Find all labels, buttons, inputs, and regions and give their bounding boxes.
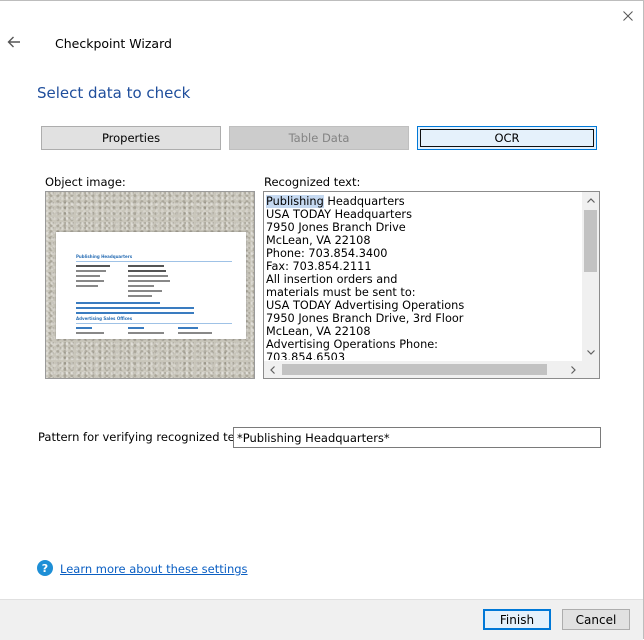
recognized-text-label: Recognized text: xyxy=(264,175,361,189)
document-text-line xyxy=(128,280,170,282)
text-line: All insertion orders and xyxy=(266,273,398,286)
document-heading: Publishing Headquarters xyxy=(76,254,133,259)
scrollbar-corner xyxy=(582,361,599,378)
object-image-label: Object image: xyxy=(45,175,126,189)
vertical-scroll-thumb[interactable] xyxy=(584,210,597,272)
document-text-line xyxy=(128,290,162,292)
pattern-input[interactable] xyxy=(233,427,601,448)
wizard-title: Checkpoint Wizard xyxy=(55,36,172,51)
checkpoint-wizard-window: Checkpoint Wizard Select data to check P… xyxy=(0,0,644,640)
text-line: materials must be sent to: xyxy=(266,286,416,299)
object-image: Publishing Headquarters Advertising Sale… xyxy=(45,191,255,379)
cancel-button[interactable]: Cancel xyxy=(562,609,630,630)
document-text-line xyxy=(76,275,100,277)
finish-button-label: Finish xyxy=(499,612,535,627)
document-text-line xyxy=(128,327,144,329)
document-subheading: Advertising Sales Offices xyxy=(76,316,133,321)
document-text-line xyxy=(76,265,110,267)
chevron-up-icon xyxy=(586,198,595,203)
text-line: USA TODAY Advertising Operations xyxy=(266,299,465,312)
tab-properties[interactable]: Properties xyxy=(41,126,221,150)
scroll-up-button[interactable] xyxy=(582,192,599,209)
document-text-line xyxy=(128,285,154,287)
document-rule xyxy=(76,323,232,324)
document-text-line xyxy=(128,332,164,334)
chevron-left-icon xyxy=(270,365,275,374)
text-line: Headquarters xyxy=(323,195,405,208)
back-button[interactable] xyxy=(5,33,23,51)
text-line: McLean, VA 22108 xyxy=(266,234,371,247)
captured-document: Publishing Headquarters Advertising Sale… xyxy=(56,232,246,339)
document-text-line xyxy=(128,295,152,297)
recognized-text-content[interactable]: Publishing Headquarters USA TODAY Headqu… xyxy=(266,195,584,360)
text-line: 703.854.6503 xyxy=(266,351,346,360)
pattern-label: Pattern for verifying recognized text: xyxy=(38,430,250,444)
document-rule xyxy=(76,261,232,262)
document-text-line xyxy=(128,265,164,267)
help-question-icon[interactable]: ? xyxy=(37,560,53,576)
tab-table-data-label: Table Data xyxy=(288,131,350,145)
document-text-line xyxy=(178,327,198,329)
learn-more-link[interactable]: Learn more about these settings xyxy=(60,562,248,576)
finish-button[interactable]: Finish xyxy=(483,609,551,630)
document-text-line xyxy=(178,332,212,334)
cancel-button-label: Cancel xyxy=(575,612,617,627)
text-line: Advertising Operations Phone: xyxy=(266,338,438,351)
document-text-line xyxy=(128,275,168,277)
document-text-line xyxy=(128,270,166,272)
recognized-text-box[interactable]: Publishing Headquarters USA TODAY Headqu… xyxy=(263,191,600,379)
text-line: 7950 Jones Branch Drive xyxy=(266,221,406,234)
document-text-line xyxy=(76,302,160,304)
text-line: USA TODAY Headquarters xyxy=(266,208,412,221)
horizontal-scroll-thumb[interactable] xyxy=(282,364,547,375)
back-arrow-icon xyxy=(7,36,20,48)
text-line: Fax: 703.854.2111 xyxy=(266,260,372,273)
document-text-line xyxy=(76,280,104,282)
focus-ring xyxy=(420,129,594,147)
document-text-line xyxy=(76,327,92,329)
document-text-line xyxy=(76,312,194,314)
text-line: Phone: 703.854.3400 xyxy=(266,247,388,260)
chevron-down-icon xyxy=(586,350,595,355)
scroll-right-button[interactable] xyxy=(565,361,582,378)
section-heading: Select data to check xyxy=(37,84,191,102)
document-text-line xyxy=(76,285,98,287)
tab-table-data[interactable]: Table Data xyxy=(229,126,409,150)
text-line: 7950 Jones Branch Drive, 3rd Floor xyxy=(266,312,464,325)
tab-properties-label: Properties xyxy=(101,131,161,145)
scroll-down-button[interactable] xyxy=(582,344,599,361)
document-text-line xyxy=(76,332,104,334)
text-line: McLean, VA 22108 xyxy=(266,325,371,338)
document-text-line xyxy=(76,307,194,309)
document-text-line xyxy=(76,270,106,272)
close-button[interactable] xyxy=(616,5,640,27)
tab-ocr[interactable]: OCR xyxy=(417,126,597,150)
chevron-right-icon xyxy=(571,365,576,374)
horizontal-scrollbar[interactable] xyxy=(264,361,582,378)
vertical-scrollbar[interactable] xyxy=(582,192,599,361)
text-selection: Publishing xyxy=(266,195,324,208)
close-icon xyxy=(623,11,633,21)
scroll-left-button[interactable] xyxy=(264,361,281,378)
